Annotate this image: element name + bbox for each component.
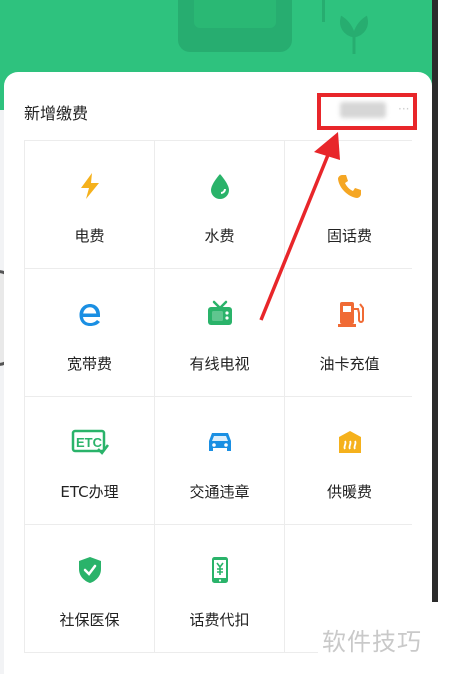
- service-traffic-violation[interactable]: 交通违章: [155, 397, 284, 524]
- service-label: ETC办理: [60, 483, 119, 501]
- broadband-e-icon: [75, 299, 105, 329]
- service-landline[interactable]: 固话费: [285, 141, 414, 268]
- service-social-insurance[interactable]: 社保医保: [25, 525, 154, 652]
- watermark: 软件技巧: [318, 602, 452, 674]
- service-fuel-card[interactable]: 油卡充值: [285, 269, 414, 396]
- service-cable-tv[interactable]: 有线电视: [155, 269, 284, 396]
- plant-illustration: [340, 15, 368, 54]
- tv-icon: [205, 299, 235, 329]
- heating-icon: [335, 427, 365, 457]
- service-label: 供暖费: [326, 483, 372, 501]
- screen-edge: [432, 0, 452, 674]
- service-label: 话费代扣: [189, 611, 250, 629]
- service-label: 固话费: [326, 227, 372, 245]
- service-label: 社保医保: [59, 611, 120, 629]
- lightning-icon: [75, 171, 105, 201]
- fuel-pump-icon: [335, 299, 365, 329]
- section-title: 新增缴费: [24, 104, 89, 123]
- service-heating[interactable]: 供暖费: [285, 397, 414, 524]
- service-label: 有线电视: [189, 355, 250, 373]
- car-icon: [205, 427, 235, 457]
- shield-check-icon: [75, 555, 105, 585]
- service-phone-bill[interactable]: 话费代扣: [155, 525, 284, 652]
- lamp-illustration: [322, 0, 325, 22]
- service-grid: 电费 水费 固话费 宽带费 有线电视 油卡充值 ETC ETC办理 交通违章 供…: [24, 140, 414, 653]
- service-label: 宽带费: [66, 355, 112, 373]
- watermark-text: 软件技巧: [322, 628, 422, 656]
- couch-illustration: [178, 0, 292, 52]
- etc-icon: ETC: [71, 427, 109, 457]
- annotation-highlight-box: [317, 93, 417, 130]
- service-label: 油卡充值: [319, 355, 380, 373]
- service-broadband[interactable]: 宽带费: [25, 269, 154, 396]
- service-water[interactable]: 水费: [155, 141, 284, 268]
- service-label: 交通违章: [189, 483, 250, 501]
- svg-text:ETC: ETC: [76, 435, 103, 450]
- phone-icon: [335, 171, 365, 201]
- service-label: 水费: [204, 227, 235, 245]
- service-electricity[interactable]: 电费: [25, 141, 154, 268]
- service-etc[interactable]: ETC ETC办理: [25, 397, 154, 524]
- mobile-yuan-icon: [205, 555, 235, 585]
- water-drop-icon: [205, 171, 235, 201]
- service-label: 电费: [74, 227, 105, 245]
